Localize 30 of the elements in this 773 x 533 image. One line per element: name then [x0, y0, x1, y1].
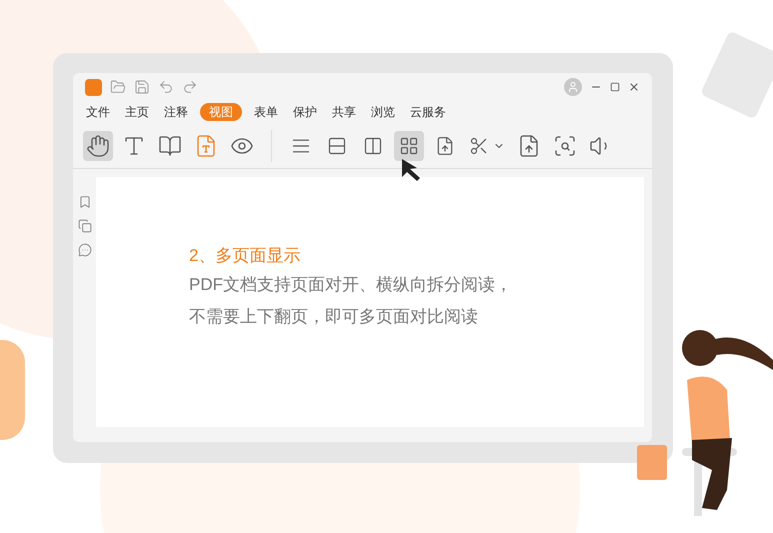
- menu-tab[interactable]: 注释: [161, 103, 191, 121]
- menu-tab[interactable]: 云服务: [407, 103, 449, 121]
- book-icon: [158, 134, 182, 158]
- two-page-icon: [363, 136, 383, 156]
- menu-tab[interactable]: 主页: [122, 103, 152, 121]
- maximize-icon[interactable]: [610, 82, 620, 92]
- folder-icon[interactable]: [110, 79, 126, 95]
- app-logo-icon: [85, 78, 102, 96]
- bookmark-icon[interactable]: [78, 195, 92, 209]
- menu-tab[interactable]: 文件: [83, 103, 113, 121]
- menu-tab[interactable]: 表单: [251, 103, 281, 121]
- menu-tab[interactable]: 浏览: [368, 103, 398, 121]
- close-icon[interactable]: [628, 81, 640, 93]
- redo-icon[interactable]: [182, 79, 198, 95]
- comment-icon[interactable]: [78, 243, 92, 257]
- undo-icon[interactable]: [158, 79, 174, 95]
- menu-tab[interactable]: 共享: [329, 103, 359, 121]
- hand-icon: [86, 134, 110, 158]
- grid-pages-icon: [399, 136, 419, 156]
- save-icon[interactable]: [134, 79, 150, 95]
- menu-tab[interactable]: 保护: [290, 103, 320, 121]
- zoom-icon: [553, 134, 577, 158]
- page-heading: 2、多页面显示: [189, 245, 302, 267]
- pages-icon[interactable]: [78, 219, 92, 233]
- toolbar-button[interactable]: [394, 130, 424, 160]
- continuous-page-icon: [327, 136, 347, 156]
- toolbar-button[interactable]: [83, 130, 113, 160]
- page-text: PDF文档支持页面对开、横纵向拆分阅读，: [189, 274, 513, 296]
- page-text: 不需要上下翻页，即可多页面对比阅读: [189, 306, 479, 328]
- split-icon: [469, 136, 489, 156]
